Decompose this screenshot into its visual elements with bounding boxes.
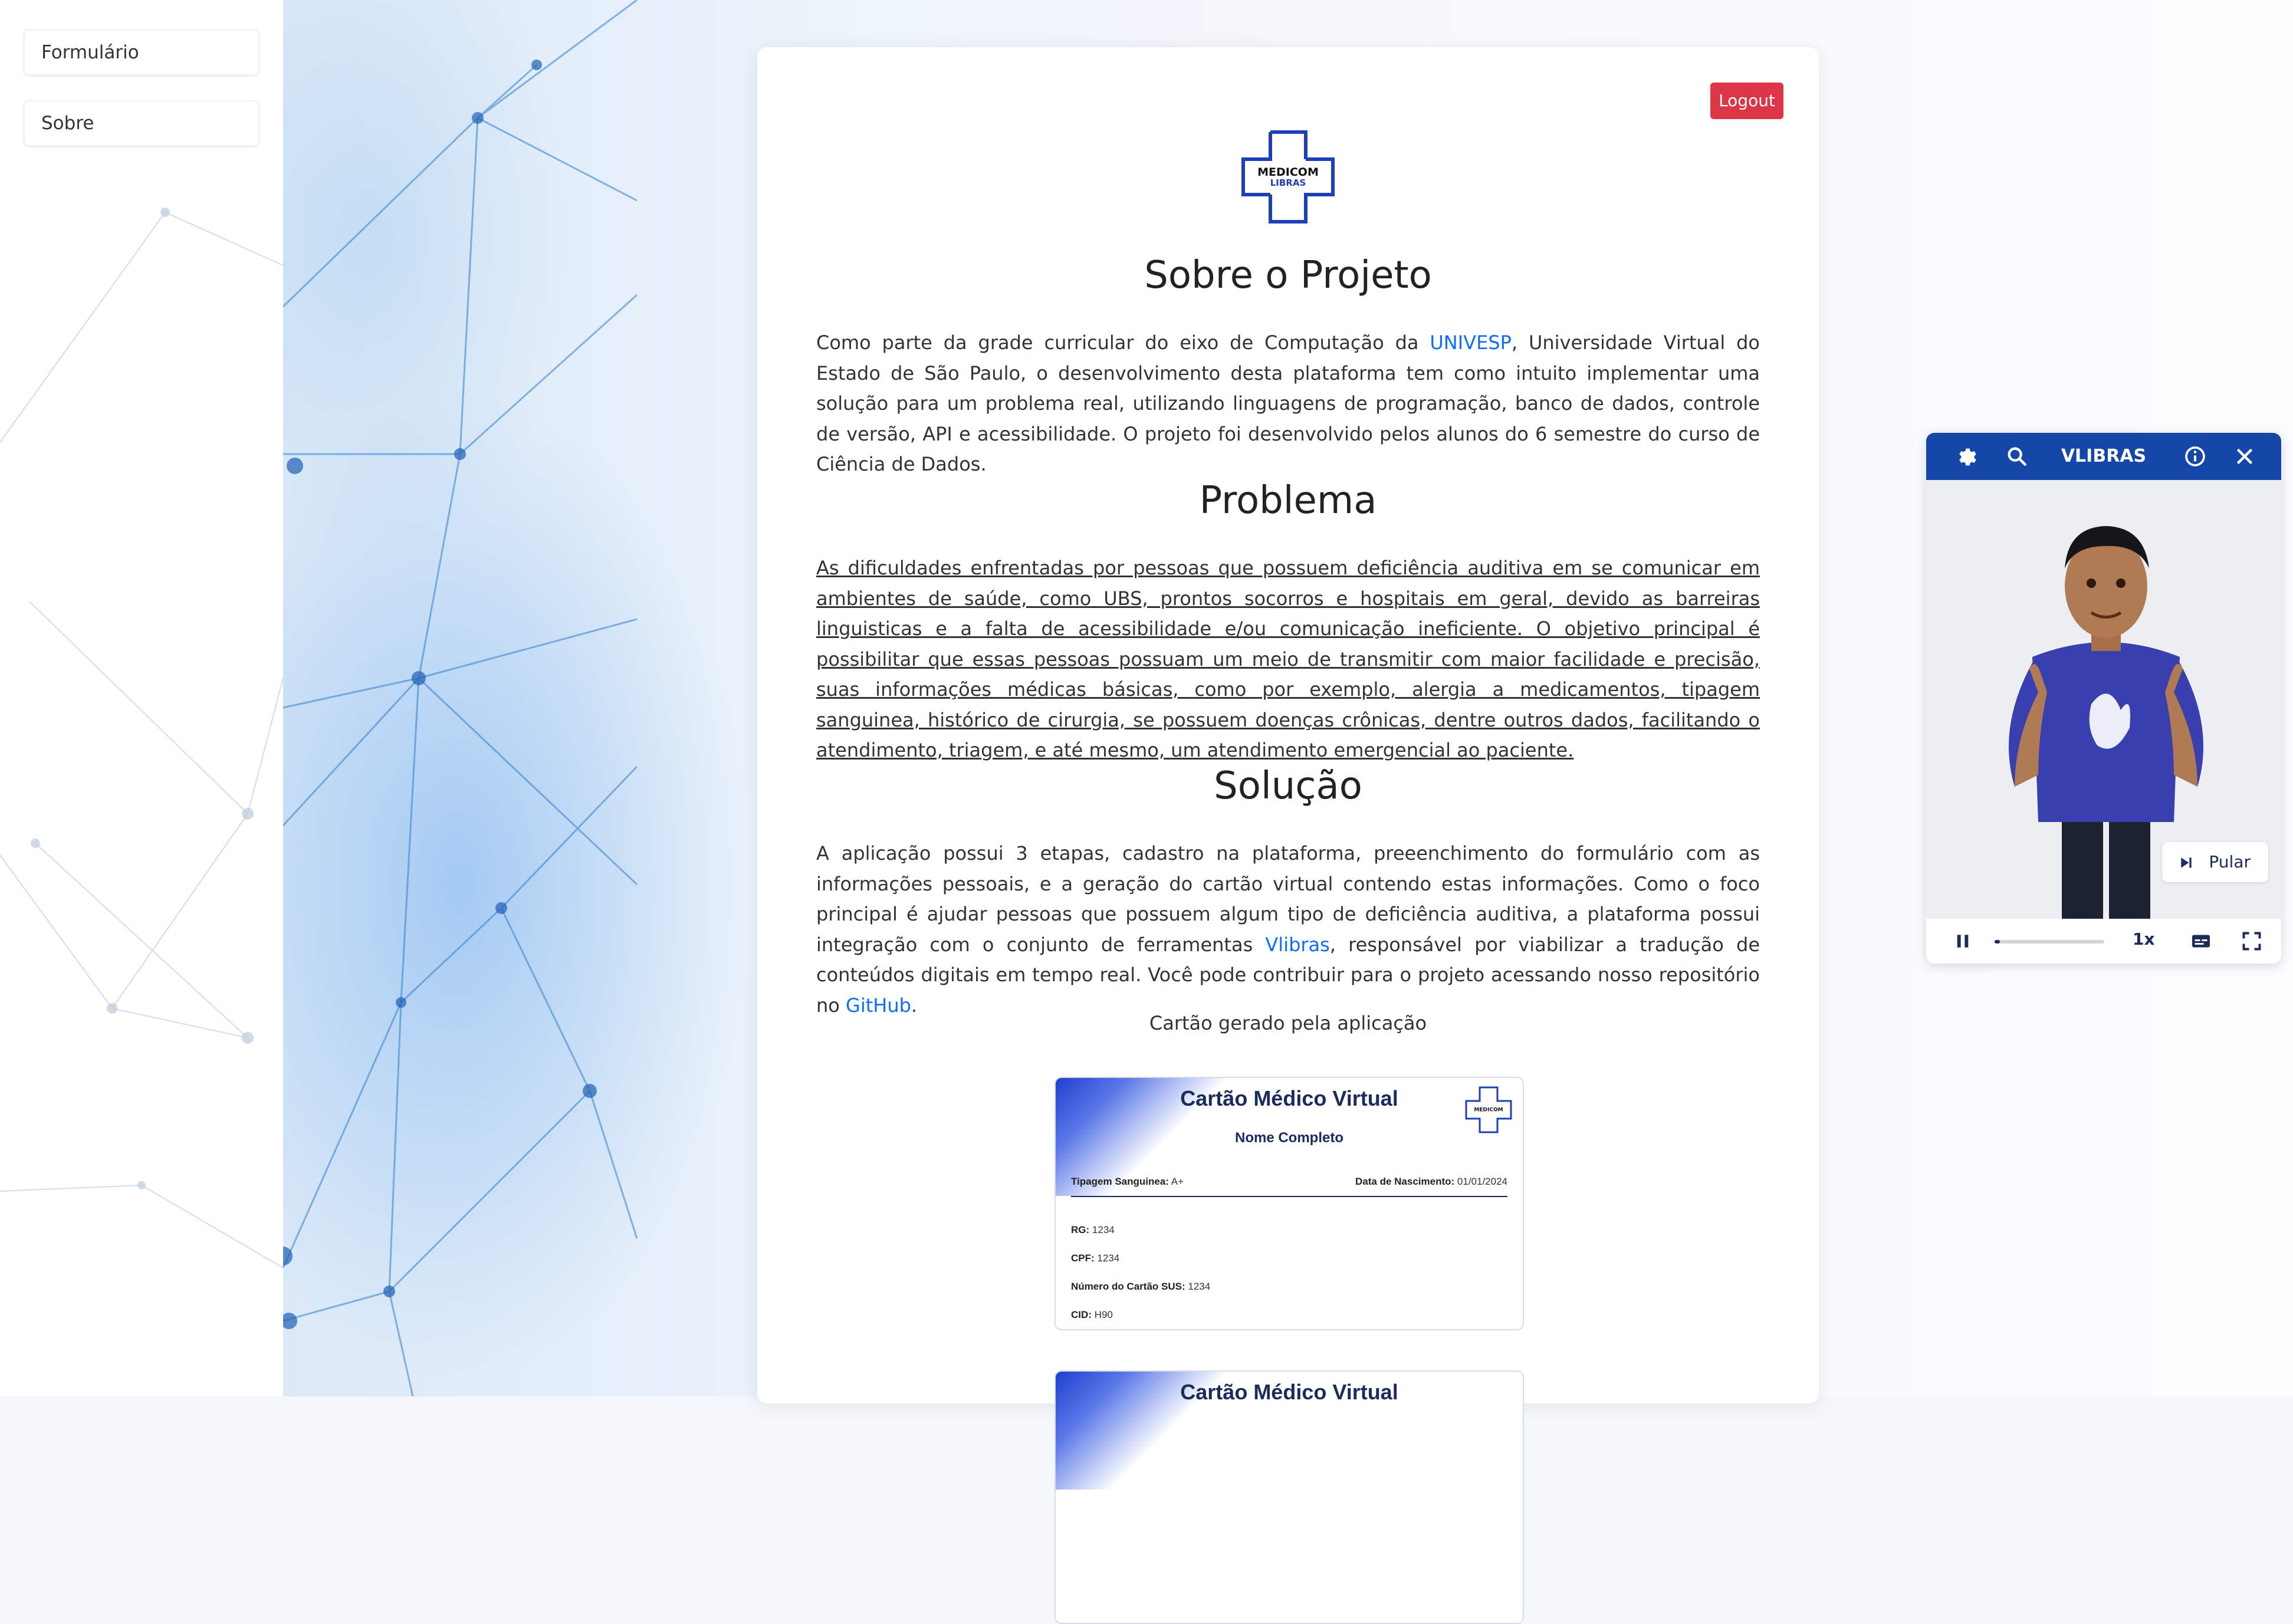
card-name: Nome Completo: [1234, 1130, 1343, 1146]
fullscreen-icon[interactable]: [2241, 931, 2262, 952]
vlibras-title: VLIBRAS: [2061, 446, 2147, 466]
svg-text:MEDICOM: MEDICOM: [1257, 166, 1319, 179]
problem-title: Problema: [1199, 479, 1377, 522]
card-logo: MEDICOM: [1465, 1086, 1512, 1133]
virtual-medical-card-2: Cartão Médico Virtual: [1054, 1370, 1524, 1624]
svg-text:LIBRAS: LIBRAS: [1270, 177, 1306, 188]
skip-button[interactable]: Pular: [2162, 842, 2268, 882]
skip-label: Pular: [2209, 852, 2251, 872]
vlibras-controls: 1x: [1926, 919, 2281, 964]
solution-title: Solução: [1214, 764, 1362, 808]
sus-field: Número do Cartão SUS: 1234: [1071, 1281, 1211, 1292]
medicom-libras-logo: MEDICOM LIBRAS: [1241, 130, 1335, 223]
univesp-link[interactable]: UNIVESP: [1430, 331, 1512, 354]
card-title: Cartão Médico Virtual: [1180, 1086, 1398, 1110]
about-title: Sobre o Projeto: [1144, 254, 1432, 297]
about-text-start: Como parte da grade curricular do eixo d…: [816, 331, 1430, 354]
solution-paragraph: A aplicação possui 3 etapas, cadastro na…: [816, 839, 1760, 1021]
close-icon[interactable]: [2233, 445, 2256, 468]
cpf-field: CPF: 1234: [1071, 1252, 1120, 1264]
skip-icon: [2181, 857, 2192, 868]
vlibras-header: VLIBRAS: [1926, 433, 2281, 480]
rg-field: RG: 1234: [1071, 1224, 1115, 1235]
logout-button[interactable]: Logout: [1710, 83, 1783, 119]
progress-track[interactable]: [1995, 940, 2104, 944]
info-icon[interactable]: [2183, 445, 2207, 468]
progress-fill: [1995, 940, 2000, 944]
subtitles-icon[interactable]: [2190, 931, 2212, 952]
blood-type: Tipagem Sanguinea: A+: [1071, 1176, 1184, 1187]
virtual-medical-card: Cartão Médico Virtual Nome Completo MEDI…: [1054, 1077, 1524, 1330]
cid-field: CID: H90: [1071, 1309, 1113, 1320]
card-caption: Cartão gerado pela aplicação: [1149, 1012, 1427, 1034]
svg-text:MEDICOM: MEDICOM: [1474, 1107, 1503, 1113]
network-lines-sidebar: [0, 208, 283, 1268]
card-title-2: Cartão Médico Virtual: [1180, 1380, 1398, 1404]
vlibras-widget: VLIBRAS Pular 1x: [1926, 433, 2281, 964]
about-card: Logout MEDICOM LIBRAS Sobre o Projeto Co…: [757, 47, 1819, 1624]
vlibras-link[interactable]: Vlibras: [1265, 933, 1329, 956]
vlibras-avatar-stage: Pular: [1926, 480, 2281, 919]
problem-paragraph: As dificuldades enfrentadas por pessoas …: [816, 557, 1760, 761]
pause-icon[interactable]: [1953, 932, 1972, 951]
about-paragraph: Como parte da grade curricular do eixo d…: [816, 328, 1760, 480]
speed-button[interactable]: 1x: [2133, 929, 2155, 949]
card-divider: [1071, 1196, 1507, 1197]
birth-date: Data de Nascimento: 01/01/2024: [1355, 1176, 1507, 1187]
